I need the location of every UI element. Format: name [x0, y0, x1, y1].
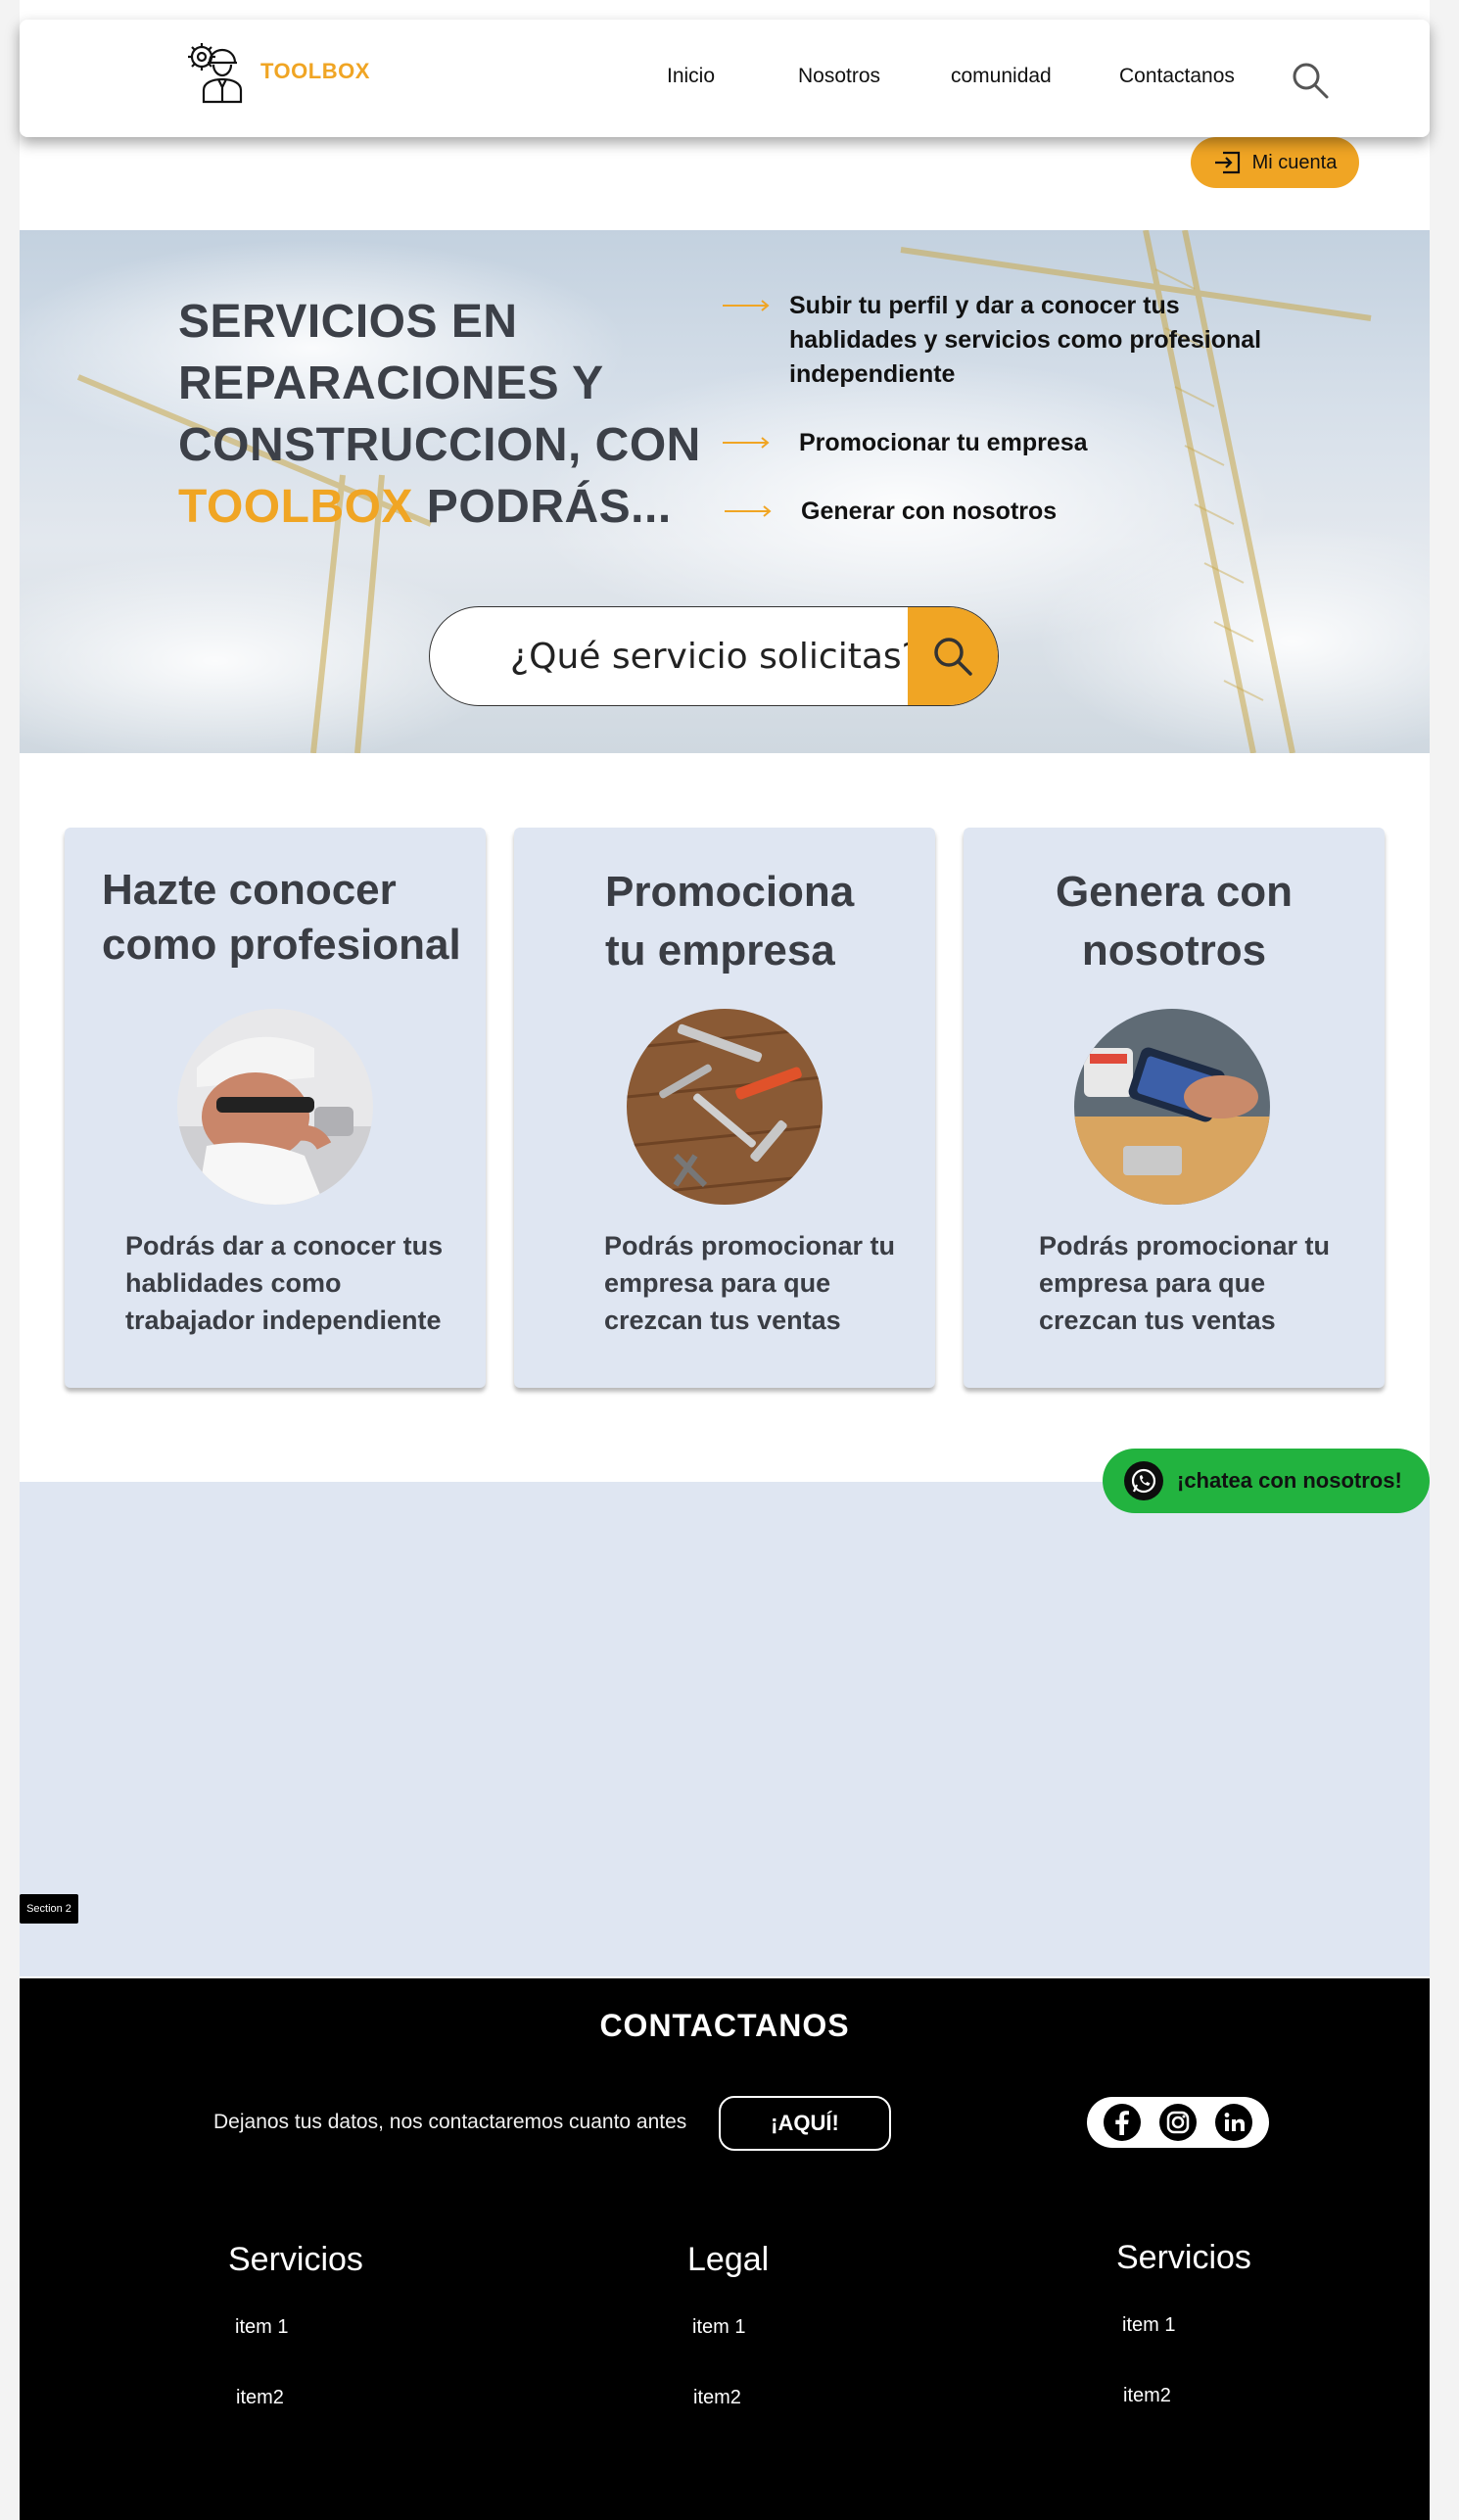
card-title-line: como profesional — [102, 921, 461, 969]
hero-title-line: CONSTRUCCION, CON — [178, 419, 701, 471]
card-description: Podrás dar a conocer tus hablidades como… — [125, 1231, 444, 1335]
feature-card-empresa[interactable]: Promociona tu empresa Podrás promocionar… — [514, 828, 935, 1388]
footer-cta-button[interactable]: ¡AQUÍ! — [719, 2096, 891, 2151]
footer-link[interactable]: item2 — [1123, 2385, 1171, 2407]
benefit-text: Promocionar tu empresa — [799, 429, 1088, 456]
benefit-item: Subir tu perfil y dar a conocer tus habl… — [723, 289, 1298, 392]
site-header: TOOLBOX Inicio Nosotros comunidad Contac… — [20, 20, 1430, 137]
benefit-text: Subir tu perfil y dar a conocer tus habl… — [789, 292, 1262, 388]
hero-title: SERVICIOS EN REPARACIONES Y CONSTRUCCION… — [178, 291, 701, 538]
search-icon[interactable] — [1291, 61, 1330, 100]
site-footer: CONTACTANOS Dejanos tus datos, nos conta… — [20, 1978, 1430, 2520]
card-title: Promociona tu empresa — [605, 863, 854, 980]
benefit-item: Generar con nosotros — [725, 495, 1057, 529]
footer-column-title: Servicios — [228, 2241, 363, 2278]
feature-card-profesional[interactable]: Hazte conocer como profesional Podrás da… — [65, 828, 486, 1388]
card-title: Genera con nosotros — [964, 863, 1385, 980]
footer-cta-text: Dejanos tus datos, nos contactaremos cua… — [213, 2111, 687, 2133]
search-icon — [934, 638, 972, 676]
benefit-text: Generar con nosotros — [801, 498, 1058, 525]
service-search-input[interactable] — [430, 607, 910, 705]
card-title-line: tu empresa — [605, 927, 835, 975]
footer-link[interactable]: item 1 — [692, 2316, 745, 2339]
page: TOOLBOX Inicio Nosotros comunidad Contac… — [20, 0, 1430, 2520]
linkedin-icon[interactable] — [1214, 2103, 1253, 2142]
nav-contactanos[interactable]: Contactanos — [1119, 65, 1235, 88]
facebook-icon[interactable] — [1103, 2103, 1142, 2142]
hero-section: SERVICIOS EN REPARACIONES Y CONSTRUCCION… — [20, 230, 1430, 753]
hero-title-accent: TOOLBOX — [178, 481, 413, 533]
card-title-line: Genera con — [1055, 868, 1294, 916]
section-2: Section 2 — [20, 1482, 1430, 1976]
login-icon — [1214, 151, 1240, 174]
hero-title-line: REPARACIONES Y — [178, 357, 604, 409]
card-image-tools — [627, 1009, 823, 1205]
card-description: Podrás promocionar tu empresa para que c… — [1039, 1231, 1331, 1335]
main-nav: Inicio Nosotros comunidad Contactanos — [20, 65, 1430, 94]
card-title-line: Hazte conocer — [102, 866, 397, 914]
service-search-button[interactable] — [908, 607, 998, 705]
footer-column-title: Servicios — [1116, 2239, 1251, 2276]
hero-title-line: SERVICIOS EN — [178, 296, 518, 348]
footer-link[interactable]: item 1 — [1122, 2314, 1175, 2337]
service-search — [429, 606, 999, 706]
section-2-tag: Section 2 — [20, 1894, 78, 1924]
chat-label: ¡chatea con nosotros! — [1177, 1468, 1402, 1493]
hero-title-tail: PODRÁS... — [412, 481, 672, 533]
nav-comunidad[interactable]: comunidad — [951, 65, 1052, 88]
account-label: Mi cuenta — [1251, 151, 1338, 173]
arrow-right-icon — [723, 300, 770, 311]
footer-column-title: Legal — [687, 2241, 770, 2278]
account-button[interactable]: Mi cuenta — [1191, 137, 1359, 188]
arrow-right-icon — [725, 505, 772, 517]
hero-title-line: TOOLBOX PODRÁS... — [178, 476, 701, 538]
social-links — [1087, 2097, 1269, 2148]
benefit-item: Promocionar tu empresa — [723, 426, 1088, 460]
card-title: Hazte conocer como profesional — [102, 863, 461, 973]
footer-title: CONTACTANOS — [599, 2008, 850, 2043]
instagram-icon[interactable] — [1158, 2103, 1198, 2142]
feature-card-genera[interactable]: Genera con nosotros Podrás promocionar t… — [964, 828, 1385, 1388]
footer-link[interactable]: item2 — [236, 2387, 284, 2409]
card-title-line: nosotros — [1081, 927, 1267, 975]
card-title-line: Promociona — [605, 868, 855, 916]
nav-inicio[interactable]: Inicio — [667, 65, 715, 88]
card-image-electrician — [177, 1009, 373, 1205]
nav-nosotros[interactable]: Nosotros — [798, 65, 880, 88]
footer-link[interactable]: item 1 — [235, 2316, 288, 2339]
card-description: Podrás promocionar tu empresa para que c… — [604, 1231, 896, 1335]
arrow-right-icon — [723, 437, 770, 449]
card-image-phone-payment — [1074, 1009, 1270, 1205]
whatsapp-chat-button[interactable]: ¡chatea con nosotros! — [1103, 1449, 1430, 1513]
footer-link[interactable]: item2 — [693, 2387, 741, 2409]
whatsapp-icon — [1124, 1461, 1163, 1500]
